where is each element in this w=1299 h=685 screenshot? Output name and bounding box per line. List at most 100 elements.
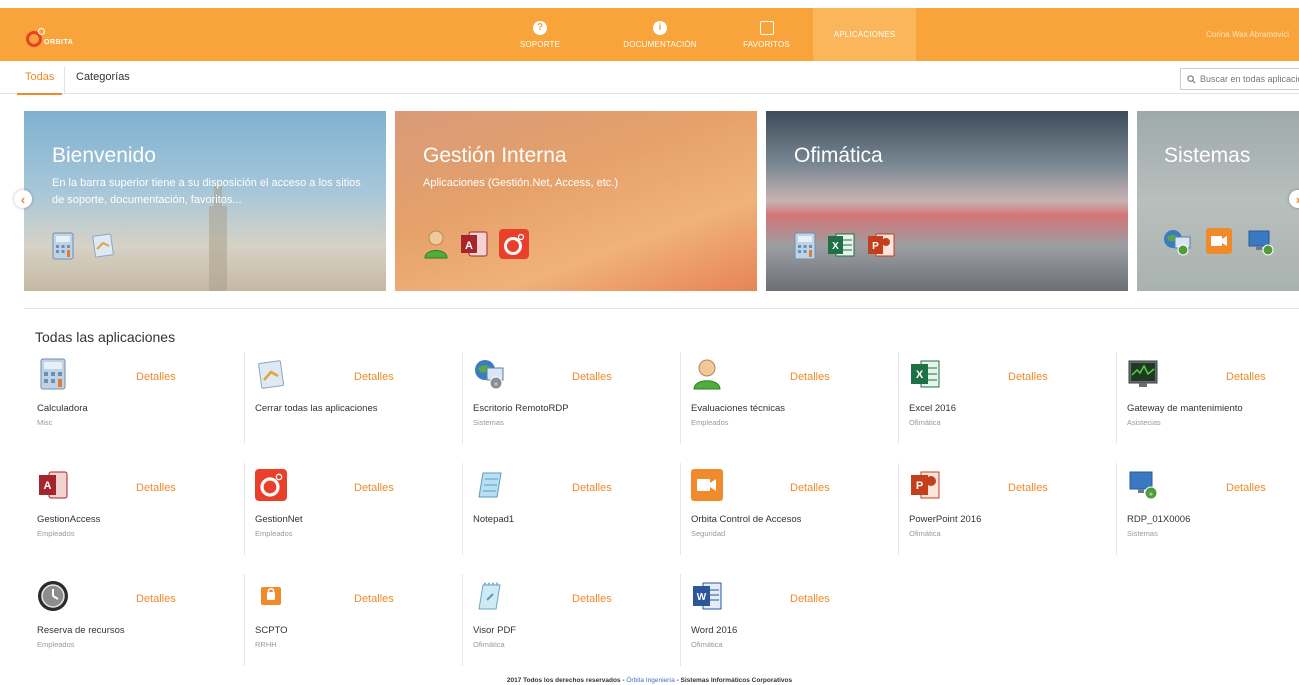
app-card[interactable]: X Detalles Excel 2016 Ofimática [899, 352, 1117, 444]
app-card[interactable]: Detalles Evaluaciones técnicas Empleados [681, 352, 899, 444]
details-link[interactable]: Detalles [572, 482, 612, 494]
banner-text: Aplicaciones (Gestión.Net, Access, etc.) [423, 177, 619, 189]
svg-text:X: X [916, 369, 924, 381]
svg-text:P: P [916, 480, 923, 492]
app-name: GestionAccess [37, 514, 101, 525]
nav-label: SOPORTE [519, 39, 561, 49]
details-link[interactable]: Detalles [354, 482, 394, 494]
details-link[interactable]: Detalles [354, 371, 394, 383]
details-link[interactable]: Detalles [354, 593, 394, 605]
orbita-logo[interactable]: ORBITA [26, 23, 73, 47]
app-name: Evaluaciones técnicas [691, 403, 785, 414]
word-icon: W [693, 582, 722, 610]
details-link[interactable]: Detalles [1226, 371, 1266, 383]
nav-label: DOCUMENTACIÓN [623, 39, 697, 49]
app-category: Asistecias [1127, 418, 1161, 427]
app-category: Ofimática [909, 529, 941, 538]
svg-text:W: W [697, 592, 707, 603]
access-icon: A [39, 471, 68, 499]
app-card[interactable]: Detalles Gateway de mantenimiento Asiste… [1117, 352, 1299, 444]
nav-documentacion[interactable]: i DOCUMENTACIÓN [600, 8, 720, 61]
banner-icons: X P [794, 232, 896, 260]
filter-tabs: Todas Categorías Buscar en todas aplicac… [0, 61, 1299, 95]
app-name: Calculadora [37, 403, 88, 414]
app-name: Gateway de mantenimiento [1127, 403, 1243, 414]
details-link[interactable]: Detalles [136, 371, 176, 383]
remote-desktop-icon: » [475, 360, 504, 390]
calculator-icon [794, 232, 816, 260]
app-card[interactable]: Detalles GestionNet Empleados [245, 463, 463, 555]
app-card[interactable]: Detalles Notepad1 [463, 463, 681, 555]
app-name: Excel 2016 [909, 403, 957, 414]
app-category: Sistemas [1127, 529, 1158, 538]
tab-divider [64, 67, 65, 93]
banner-icons [1162, 228, 1276, 256]
search-input[interactable]: Buscar en todas aplicaciones [1180, 68, 1299, 90]
app-card[interactable]: » Detalles RDP_01X0006 Sistemas [1117, 463, 1299, 555]
app-name: Escritorio RemotoRDP [473, 403, 569, 414]
bookmark-icon [759, 20, 774, 35]
close-apps-icon [92, 233, 114, 258]
app-name: Reserva de recursos [37, 625, 125, 636]
app-category: Empleados [691, 418, 729, 427]
rdp-monitor-icon [1248, 230, 1274, 256]
logo-text: ORBITA [44, 39, 74, 46]
details-link[interactable]: Detalles [136, 482, 176, 494]
details-link[interactable]: Detalles [790, 482, 830, 494]
nav-aplicaciones[interactable]: APLICACIONES [507, 8, 916, 371]
app-name: Word 2016 [691, 625, 738, 636]
app-category: Misc [37, 418, 53, 427]
app-category: Empleados [255, 529, 293, 538]
calculator-icon [52, 232, 74, 260]
app-card[interactable]: Detalles SCPTO RRHH [245, 574, 463, 666]
app-card[interactable]: P Detalles PowerPoint 2016 Ofimática [899, 463, 1117, 555]
banner-title: Ofimática [794, 144, 883, 167]
app-card[interactable]: Detalles Visor PDF Ofimática [463, 574, 681, 666]
app-card[interactable]: W Detalles Word 2016 Ofimática [681, 574, 899, 666]
app-category: Ofimática [691, 640, 723, 649]
banner-gestion-interna[interactable]: Gestión Interna Aplicaciones (Gestión.Ne… [395, 111, 757, 291]
pdf-notepad-icon [478, 582, 501, 610]
app-name: Orbita Control de Accesos [691, 514, 802, 525]
svg-text:A: A [465, 240, 473, 252]
banner-text: En la barra superior tiene a su disposic… [52, 177, 361, 206]
banner-ofimatica[interactable]: Ofimática X P [766, 111, 1128, 291]
app-card[interactable]: » Detalles Escritorio RemotoRDP Sistemas [463, 352, 681, 444]
tab-categorias[interactable]: Categorías [76, 71, 130, 83]
camera-icon [691, 469, 723, 501]
close-apps-icon [258, 360, 285, 389]
nav-favoritos[interactable]: FAVORITOS [720, 8, 813, 61]
details-link[interactable]: Detalles [1226, 482, 1266, 494]
nav-label: APLICACIONES [833, 30, 896, 39]
details-link[interactable]: Detalles [572, 371, 612, 383]
banner-sistemas[interactable]: Sistemas [1137, 111, 1299, 291]
app-card[interactable]: A Detalles GestionAccess Empleados [27, 463, 245, 555]
app-card[interactable]: Detalles Orbita Control de Accesos Segur… [681, 463, 899, 555]
app-name: SCPTO [255, 625, 288, 636]
carousel-prev-button[interactable]: ‹ [14, 190, 32, 208]
app-card[interactable]: Detalles Reserva de recursos Empleados [27, 574, 245, 666]
details-link[interactable]: Detalles [790, 593, 830, 605]
orbita-logo-icon [26, 28, 45, 47]
footer-text: 2017 Todos los derechos reservados - [506, 677, 625, 684]
user-icon [424, 230, 448, 259]
details-link[interactable]: Detalles [790, 371, 830, 383]
city-tower-decoration [209, 186, 227, 291]
banner-bienvenido[interactable]: Bienvenido En la barra superior tiene a … [24, 111, 386, 291]
tab-todas[interactable]: Todas [16, 71, 63, 95]
lock-icon [261, 587, 281, 605]
app-card[interactable]: Detalles Calculadora Misc [27, 352, 245, 444]
powerpoint-icon: P [911, 471, 940, 499]
app-category: Seguridad [691, 529, 726, 538]
details-link[interactable]: Detalles [1008, 371, 1048, 383]
user-name[interactable]: Corina Wax Abramovici [1206, 30, 1289, 39]
app-card[interactable]: Detalles Cerrar todas las aplicaciones [245, 352, 463, 444]
footer-link[interactable]: Órbita Ingeniería [626, 677, 674, 684]
nav-label: FAVORITOS [743, 39, 790, 49]
details-link[interactable]: Detalles [572, 593, 612, 605]
app-name: Notepad1 [473, 514, 515, 525]
details-link[interactable]: Detalles [1008, 482, 1048, 494]
details-link[interactable]: Detalles [136, 593, 176, 605]
nav-soporte[interactable]: ? SOPORTE [480, 8, 600, 61]
rdp-monitor-icon: » [1129, 471, 1158, 500]
